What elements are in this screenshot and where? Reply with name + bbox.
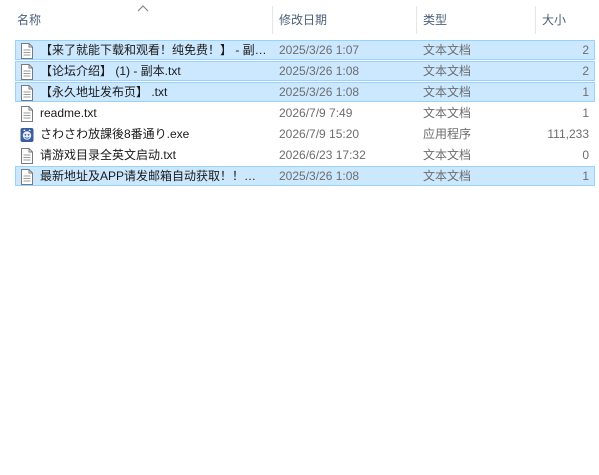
file-modified-date: 2025/3/26 1:08 — [279, 64, 360, 78]
file-modified-date: 2025/3/26 1:08 — [279, 85, 360, 99]
file-row[interactable]: さわさわ放課後8番通り.exe 2026/7/9 15:20 应用程序 111,… — [15, 124, 595, 144]
file-row[interactable]: 【论坛介绍】 (1) - 副本.txt 2025/3/26 1:08 文本文档 … — [15, 61, 595, 81]
file-modified-date: 2026/7/9 7:49 — [279, 106, 353, 120]
file-modified-date: 2026/7/9 15:20 — [279, 127, 360, 141]
application-icon — [20, 127, 34, 143]
file-type: 文本文档 — [423, 148, 472, 162]
file-modified-date: 2025/3/26 1:07 — [279, 43, 360, 57]
file-row[interactable]: 最新地址及APP请发邮箱自动获取！！！.txt 2025/3/26 1:08 文… — [15, 166, 595, 186]
text-file-icon — [20, 169, 34, 185]
column-divider[interactable] — [416, 6, 417, 34]
column-header-bar: 名称 修改日期 类型 大小 — [0, 0, 599, 38]
file-row[interactable]: 【永久地址发布页】 .txt 2025/3/26 1:08 文本文档 1 — [15, 82, 595, 102]
file-size: 2 — [582, 64, 589, 78]
column-header-type[interactable]: 类型 — [419, 6, 535, 34]
file-type: 文本文档 — [423, 64, 472, 78]
text-file-icon — [20, 148, 34, 164]
file-name: 【来了就能下载和观看！纯免费！】 - 副本.txt — [40, 43, 268, 57]
file-row[interactable]: readme.txt 2026/7/9 7:49 文本文档 1 — [15, 103, 595, 123]
file-row[interactable]: 请游戏目录全英文启动.txt 2026/6/23 17:32 文本文档 0 — [15, 145, 595, 165]
column-header-name[interactable]: 名称 — [13, 6, 273, 34]
file-size: 1 — [582, 169, 589, 183]
file-row[interactable]: 【来了就能下载和观看！纯免费！】 - 副本.txt 2025/3/26 1:07… — [15, 40, 595, 60]
file-type: 文本文档 — [423, 85, 472, 99]
file-type: 文本文档 — [423, 43, 472, 57]
file-name: さわさわ放課後8番通り.exe — [40, 127, 190, 141]
text-file-icon — [20, 64, 34, 80]
file-type: 文本文档 — [423, 106, 472, 120]
file-type: 文本文档 — [423, 169, 472, 183]
file-name: 最新地址及APP请发邮箱自动获取！！！.txt — [40, 169, 268, 183]
file-type: 应用程序 — [423, 127, 472, 141]
file-size: 1 — [582, 106, 589, 120]
file-modified-date: 2026/6/23 17:32 — [279, 148, 366, 162]
file-size: 1 — [582, 85, 589, 99]
text-file-icon — [20, 43, 34, 59]
file-size: 111,233 — [547, 127, 589, 141]
column-divider[interactable] — [272, 6, 273, 34]
file-name: 【永久地址发布页】 .txt — [40, 85, 168, 99]
column-header-date[interactable]: 修改日期 — [275, 6, 415, 34]
file-size: 2 — [582, 43, 589, 57]
file-size: 0 — [582, 148, 589, 162]
file-modified-date: 2025/3/26 1:08 — [279, 169, 360, 183]
text-file-icon — [20, 106, 34, 122]
file-name: 请游戏目录全英文启动.txt — [40, 148, 177, 162]
file-name: readme.txt — [40, 106, 97, 120]
column-divider[interactable] — [535, 6, 536, 34]
file-list-view[interactable]: 名称 修改日期 类型 大小 【来了就能下载和观看！纯免费！】 - 副本.txt … — [0, 0, 599, 475]
text-file-icon — [20, 85, 34, 101]
column-header-size[interactable]: 大小 — [538, 6, 598, 34]
file-name: 【论坛介绍】 (1) - 副本.txt — [40, 64, 181, 78]
